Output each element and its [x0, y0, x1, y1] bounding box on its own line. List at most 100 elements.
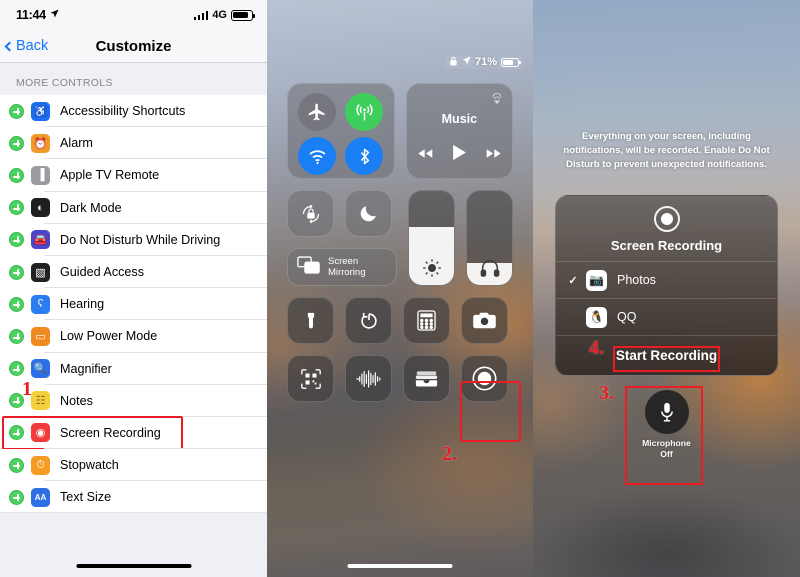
list-item-label: Dark Mode: [60, 200, 122, 215]
add-plus-icon[interactable]: [9, 103, 24, 119]
list-item[interactable]: ⏱ Stopwatch: [0, 449, 267, 482]
airplay-audio-icon[interactable]: [490, 91, 504, 110]
screen-recording-button[interactable]: [461, 355, 508, 402]
battery-icon: [231, 9, 256, 21]
list-item[interactable]: 🔍 Magnifier: [0, 352, 267, 385]
list-item[interactable]: ☷ Notes: [0, 384, 267, 418]
magnifier-icon: 🔍: [31, 359, 50, 379]
list-item-label: Alarm: [60, 136, 93, 151]
location-arrow-icon: [50, 8, 59, 20]
fast-forward-icon[interactable]: [485, 146, 502, 164]
text-size-icon: AA: [31, 487, 50, 507]
annotation-marker-4: 4.: [589, 337, 604, 359]
mic-line1: Microphone: [642, 438, 691, 448]
cc-row-1: Music: [287, 83, 513, 179]
add-plus-icon[interactable]: [9, 361, 24, 377]
list-item-label: Hearing: [60, 297, 105, 312]
car-icon: 🚘: [31, 230, 50, 250]
list-item-label: Do Not Disturb While Driving: [60, 232, 221, 247]
timer-button[interactable]: [345, 297, 392, 344]
screen-recording-sheet-panel: Everything on your screen, including not…: [533, 0, 800, 577]
list-item[interactable]: ⏰ Alarm: [0, 127, 267, 160]
flashlight-button[interactable]: [287, 297, 334, 344]
screen-mirroring-tile[interactable]: Screen Mirroring: [287, 248, 397, 286]
list-item-label: Accessibility Shortcuts: [60, 104, 186, 119]
orientation-lock-icon: [449, 56, 458, 68]
record-ring-icon: [653, 206, 680, 232]
code-scanner-button[interactable]: [287, 355, 334, 402]
airplane-mode-toggle[interactable]: [298, 93, 337, 131]
notes-icon: ☷: [31, 391, 50, 411]
calculator-button[interactable]: [403, 297, 450, 344]
add-plus-icon[interactable]: [9, 135, 24, 151]
add-plus-icon[interactable]: [9, 264, 24, 280]
list-item-label: Stopwatch: [60, 458, 119, 473]
rotation-lock-toggle[interactable]: [287, 190, 334, 237]
bluetooth-toggle[interactable]: [345, 137, 384, 175]
photos-camera-icon: 📷: [586, 269, 607, 291]
list-item[interactable]: ▐ Apple TV Remote: [0, 159, 267, 192]
signal-bars-icon: [193, 10, 209, 20]
rewind-icon[interactable]: [417, 146, 434, 164]
network-type-label: 4G: [212, 9, 227, 21]
camera-button[interactable]: [461, 297, 508, 344]
status-bar-indicators: 4G: [193, 9, 256, 21]
list-item[interactable]: ◐ Dark Mode: [0, 191, 267, 224]
cellular-data-toggle[interactable]: [345, 93, 384, 131]
add-plus-icon[interactable]: [9, 425, 24, 441]
media-player-tile[interactable]: Music: [405, 83, 513, 179]
media-title: Music: [441, 112, 478, 126]
low-power-icon: ▭: [31, 326, 50, 346]
add-plus-icon[interactable]: [9, 489, 24, 505]
recording-destination-list: ✓ 📷 Photos 🐧 QQ: [556, 261, 777, 335]
add-plus-icon[interactable]: [9, 457, 24, 473]
microphone-toggle[interactable]: Microphone Off: [633, 390, 701, 459]
list-item[interactable]: ♿ Accessibility Shortcuts: [0, 95, 267, 128]
add-plus-icon[interactable]: [9, 232, 24, 248]
stopwatch-icon: ⏱: [31, 455, 50, 475]
brightness-slider[interactable]: [408, 190, 455, 286]
destination-row[interactable]: ✓ 📷 Photos: [556, 261, 777, 298]
annotation-marker-3: 3.: [599, 382, 614, 404]
list-item-label: Text Size: [60, 490, 112, 505]
list-item[interactable]: ʕ Hearing: [0, 288, 267, 321]
add-plus-icon[interactable]: [9, 200, 24, 216]
microphone-icon: [644, 390, 689, 434]
mic-line2: Off: [660, 448, 673, 459]
cc-row-3: [287, 297, 513, 344]
list-item[interactable]: ▧ Guided Access: [0, 255, 267, 289]
destination-row[interactable]: 🐧 QQ: [556, 298, 777, 335]
status-bar-time: 11:44: [16, 8, 46, 22]
battery-icon: [501, 57, 521, 67]
volume-slider[interactable]: [466, 190, 513, 286]
list-item[interactable]: AA Text Size: [0, 481, 267, 514]
home-indicator: [76, 563, 191, 568]
battery-percent-label: 71%: [474, 56, 497, 68]
wifi-toggle[interactable]: [298, 137, 337, 175]
list-item[interactable]: ▭ Low Power Mode: [0, 320, 267, 353]
sheet-header: Screen Recording: [556, 196, 777, 261]
list-item[interactable]: ◉ Screen Recording: [0, 415, 267, 450]
screen-mirroring-label: Screen Mirroring: [328, 256, 365, 279]
status-bar: 11:44 4G: [0, 0, 267, 30]
more-controls-list: ♿ Accessibility Shortcuts ⏰ Alarm ▐ Apple TV …: [0, 95, 267, 514]
annotation-marker-1: 1: [22, 378, 32, 400]
add-plus-icon[interactable]: [9, 296, 24, 312]
wallet-button[interactable]: [403, 355, 450, 402]
navigation-bar: Back Customize: [0, 30, 267, 63]
do-not-disturb-toggle[interactable]: [345, 190, 392, 237]
headphones-icon: [467, 257, 512, 279]
hearing-icon: ʕ: [31, 294, 50, 314]
list-item-label: Screen Recording: [60, 425, 161, 440]
destination-label: QQ: [617, 310, 637, 324]
add-plus-icon[interactable]: [9, 328, 24, 344]
settings-customize-panel: 11:44 4G Back Customize MORE CONTROLS ♿ A…: [0, 0, 267, 577]
checkmark-icon: ✓: [568, 274, 578, 287]
apple-tv-remote-icon: ▐: [31, 165, 50, 185]
list-item[interactable]: 🚘 Do Not Disturb While Driving: [0, 223, 267, 257]
microphone-label: Microphone Off: [633, 438, 701, 459]
play-icon[interactable]: [452, 144, 467, 166]
media-controls: [417, 144, 502, 166]
add-plus-icon[interactable]: [9, 167, 24, 183]
sound-recognition-button[interactable]: [345, 355, 392, 402]
